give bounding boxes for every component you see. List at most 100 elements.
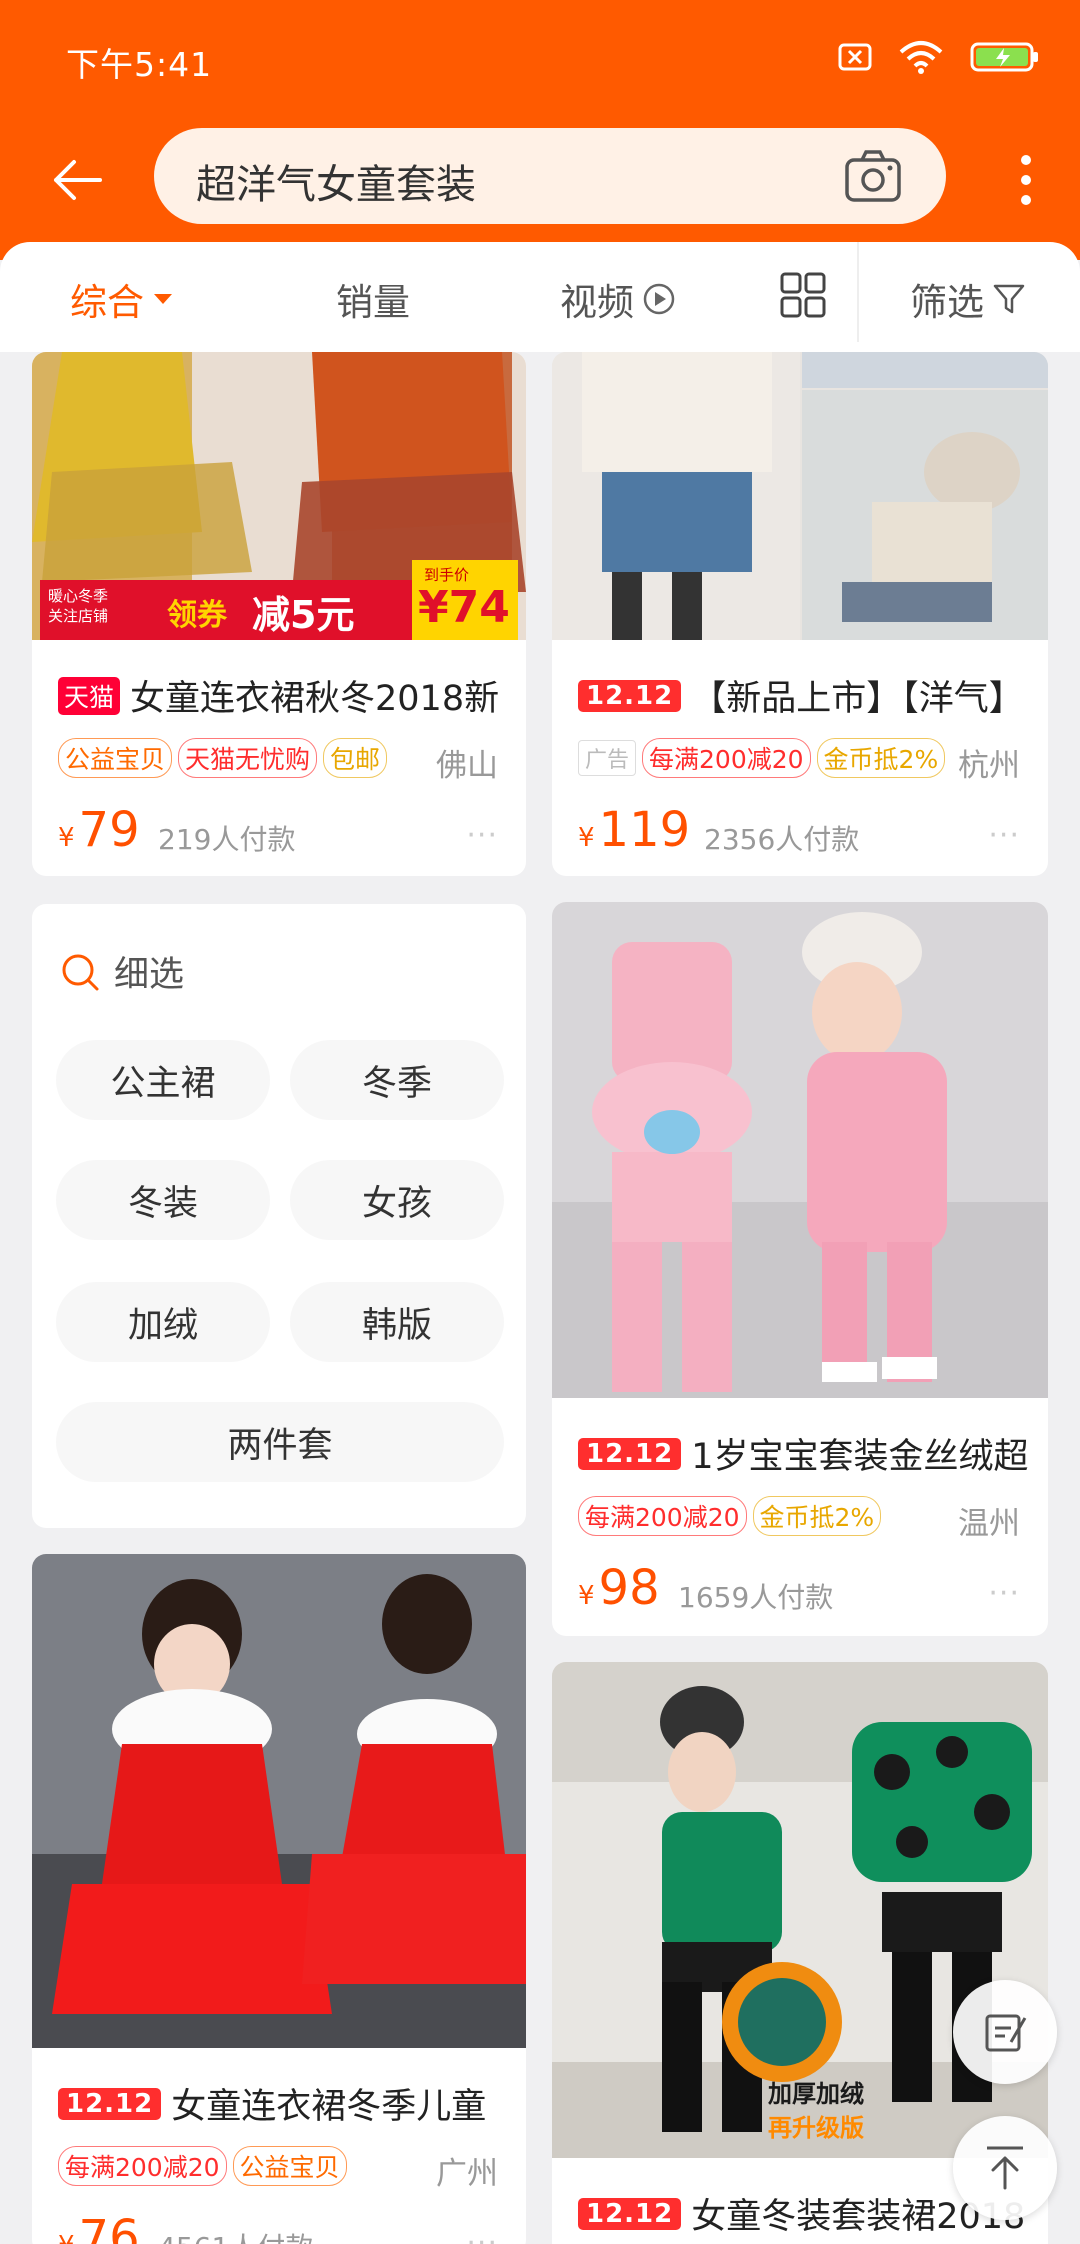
product-image <box>552 352 1048 640</box>
top-header: 下午5:41 超洋气女童套装 <box>0 0 1080 260</box>
product-price: ¥ 76 <box>58 2210 140 2244</box>
more-dots-icon[interactable]: ··· <box>988 818 1020 853</box>
tag: 金币抵2% <box>752 1496 882 1536</box>
product-location: 温州 <box>958 1506 1020 1542</box>
tag: 公益宝贝 <box>58 738 173 778</box>
tab-label: 综合 <box>70 281 144 324</box>
grid-view-icon[interactable] <box>780 272 826 318</box>
product-card[interactable]: 12.12 女童连衣裙冬季儿童 每满200减20 公益宝贝 广州 ¥ 76 45… <box>32 1554 526 2244</box>
tag: 金币抵2% <box>816 738 946 778</box>
banner-price: ¥74 <box>418 582 510 633</box>
product-info: 12.12 【新品上市】【洋气】 广告 每满200减20 金币抵2% 杭州 ¥ … <box>552 640 1048 876</box>
tag: 包邮 <box>323 738 388 778</box>
back-arrow-icon[interactable] <box>48 150 108 210</box>
product-title: 12.12 1岁宝宝套装金丝绒超 <box>578 1428 1029 1479</box>
status-bar: 下午5:41 <box>0 0 1080 120</box>
filter-funnel-icon <box>993 284 1025 314</box>
arrow-up-icon <box>987 2146 1023 2190</box>
refine-chip[interactable]: 公主裙 <box>56 1040 270 1120</box>
tag: 每满200减20 <box>578 1496 747 1536</box>
tab-label: 筛选 <box>910 281 984 324</box>
product-title: 天猫 女童连衣裙秋冬2018新 <box>58 670 499 721</box>
product-price: ¥ 119 <box>578 802 691 858</box>
product-tags: 公益宝贝 天猫无忧购 包邮 <box>58 738 388 778</box>
double-twelve-badge: 12.12 <box>578 2197 682 2230</box>
product-card[interactable]: 12.12 1岁宝宝套装金丝绒超 每满200减20 金币抵2% 温州 ¥ 98 … <box>552 902 1048 1636</box>
product-info: 12.12 女童连衣裙冬季儿童 每满200减20 公益宝贝 广州 ¥ 76 45… <box>32 2048 526 2244</box>
product-info: 天猫 女童连衣裙秋冬2018新 公益宝贝 天猫无忧购 包邮 佛山 ¥ 79 21… <box>32 640 526 876</box>
banner-discount-text: 减5元 <box>252 593 355 637</box>
tag: 每满200减20 <box>58 2146 227 2186</box>
refine-chip[interactable]: 加绒 <box>56 1282 270 1362</box>
banner-follow-text: 暖心冬季 关注店铺 <box>48 587 109 625</box>
refine-chip[interactable]: 韩版 <box>290 1282 504 1362</box>
search-query: 超洋气女童套装 <box>196 162 476 208</box>
sort-tab-bar: 综合 销量 视频 筛选 <box>0 242 1080 352</box>
more-dots-icon[interactable]: ··· <box>466 818 498 853</box>
ad-tag: 广告 <box>578 740 637 776</box>
tab-video[interactable]: 视频 <box>560 272 676 326</box>
double-twelve-badge: 12.12 <box>578 679 682 712</box>
notification-off-icon <box>838 43 872 71</box>
product-title: 12.12 【新品上市】【洋气】 <box>578 670 1024 721</box>
image-caption: 再升级版 <box>768 2114 864 2142</box>
product-image <box>32 1554 526 2048</box>
product-tags: 每满200减20 公益宝贝 <box>58 2146 347 2186</box>
tab-label: 视频 <box>560 281 634 324</box>
product-location: 佛山 <box>436 748 498 784</box>
feedback-button[interactable] <box>953 1980 1057 2084</box>
product-image: 暖心冬季 关注店铺 领券 减5元 到手价 ¥74 <box>32 352 526 640</box>
product-info: 12.12 1岁宝宝套装金丝绒超 每满200减20 金币抵2% 温州 ¥ 98 … <box>552 1398 1048 1636</box>
refine-header: 细选 <box>60 946 184 997</box>
tag: 每满200减20 <box>642 738 811 778</box>
more-options-icon[interactable] <box>1016 150 1036 210</box>
tab-filter[interactable]: 筛选 <box>910 272 1026 326</box>
tag: 公益宝贝 <box>232 2146 347 2186</box>
product-card[interactable]: 12.12 【新品上市】【洋气】 广告 每满200减20 金币抵2% 杭州 ¥ … <box>552 352 1048 876</box>
more-dots-icon[interactable]: ··· <box>466 2226 498 2244</box>
status-time: 下午5:41 <box>66 45 213 84</box>
refine-card: 细选 公主裙 冬季 冬装 女孩 加绒 韩版 两件套 <box>32 904 526 1528</box>
back-to-top-button[interactable] <box>953 2116 1057 2220</box>
image-caption: 加厚加绒 <box>768 2080 864 2108</box>
play-circle-icon <box>643 283 675 315</box>
battery-charging-icon <box>970 42 1038 72</box>
dropdown-caret-icon <box>154 294 172 304</box>
more-dots-icon[interactable]: ··· <box>988 1576 1020 1611</box>
camera-search-icon[interactable] <box>844 148 902 204</box>
product-image: 加厚加绒 再升级版 <box>552 1662 1048 2158</box>
edit-note-icon <box>985 2014 1027 2052</box>
refine-chip[interactable]: 女孩 <box>290 1160 504 1240</box>
tab-comprehensive[interactable]: 综合 <box>70 272 174 326</box>
refine-chip[interactable]: 冬季 <box>290 1040 504 1120</box>
tmall-badge: 天猫 <box>58 676 121 715</box>
product-price: ¥ 98 <box>578 1560 660 1616</box>
double-twelve-badge: 12.12 <box>58 2087 162 2120</box>
product-image <box>552 902 1048 1398</box>
wifi-icon <box>899 41 943 74</box>
product-sold-count: 1659人付款 <box>678 1581 834 1614</box>
tab-label: 销量 <box>336 281 410 324</box>
tag: 天猫无忧购 <box>178 738 318 778</box>
product-tags: 广告 每满200减20 金币抵2% <box>578 738 946 778</box>
search-icon <box>62 954 99 990</box>
refine-chip[interactable]: 冬装 <box>56 1160 270 1240</box>
status-icons <box>838 40 1040 74</box>
tab-divider <box>857 242 859 342</box>
product-location: 杭州 <box>958 748 1020 784</box>
product-sold-count: 4561人付款 <box>158 2226 313 2244</box>
product-sold-count: 2356人付款 <box>704 823 860 856</box>
product-price: ¥ 79 <box>58 802 140 858</box>
search-row: 超洋气女童套装 <box>0 120 1080 230</box>
product-title: 12.12 女童连衣裙冬季儿童 <box>58 2078 486 2129</box>
product-sold-count: 219人付款 <box>158 823 296 856</box>
banner-coupon-text: 领券 <box>167 598 227 633</box>
product-location: 广州 <box>436 2156 498 2192</box>
product-title: 12.12 女童冬装套装裙2018 <box>578 2188 1025 2239</box>
tab-sales[interactable]: 销量 <box>336 272 410 326</box>
refine-chip[interactable]: 两件套 <box>56 1402 504 1482</box>
double-twelve-badge: 12.12 <box>578 1437 682 1470</box>
product-tags: 每满200减20 金币抵2% <box>578 1496 882 1536</box>
product-card[interactable]: 暖心冬季 关注店铺 领券 减5元 到手价 ¥74 天猫 女童连衣裙秋冬2018新… <box>32 352 526 876</box>
search-input[interactable]: 超洋气女童套装 <box>154 128 946 224</box>
